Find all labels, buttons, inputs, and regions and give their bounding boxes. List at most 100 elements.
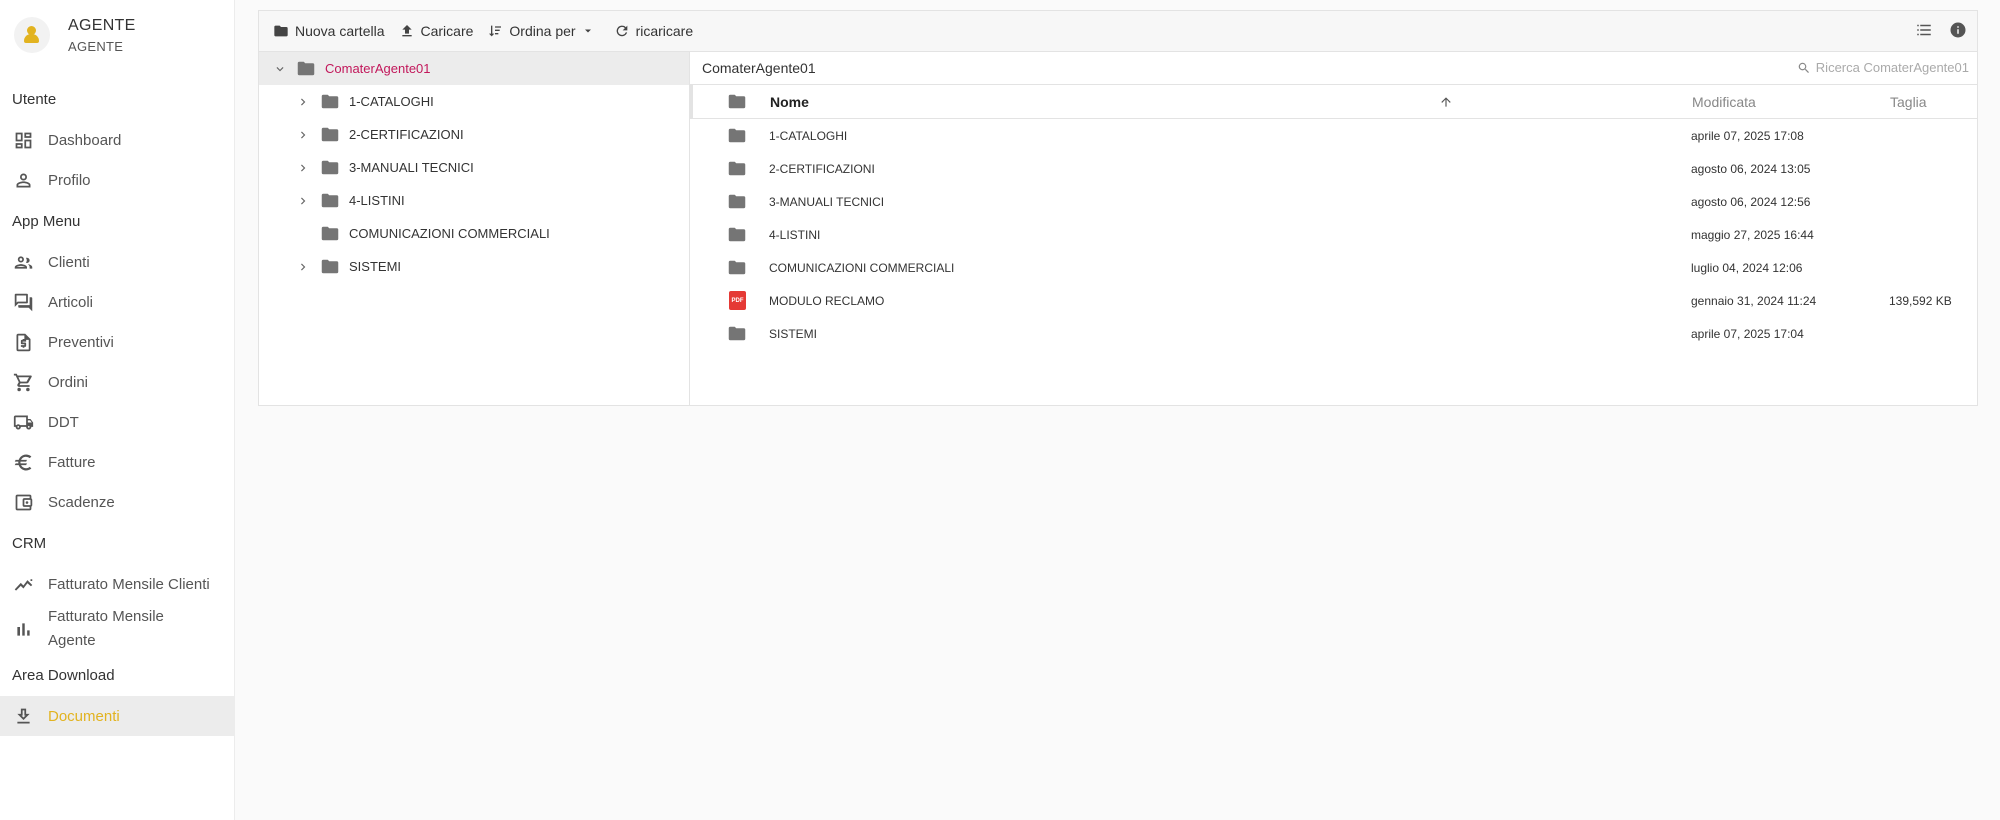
sidebar-item-label: Fatture xyxy=(48,453,96,471)
file-modified: agosto 06, 2024 12:56 xyxy=(1691,195,1811,209)
chevron-right-icon[interactable] xyxy=(296,260,310,274)
table-row[interactable]: PDF MODULO RECLAMO gennaio 31, 2024 11:2… xyxy=(690,284,1977,317)
file-name: MODULO RECLAMO xyxy=(769,294,885,308)
chevron-down-icon[interactable] xyxy=(273,62,287,76)
reload-button[interactable]: ricaricare xyxy=(614,23,694,39)
person-icon xyxy=(16,173,31,187)
sort-by-button[interactable]: Ordina per xyxy=(487,23,599,39)
tree-item-3-manuali-tecnici[interactable]: 3-MANUALI TECNICI xyxy=(259,151,689,184)
sidebar-item-label: Fatturato Mensile Clienti xyxy=(48,575,210,593)
file-modified: luglio 04, 2024 12:06 xyxy=(1691,261,1803,275)
grid-header: Nome Modificata Taglia xyxy=(690,85,1977,119)
euro-icon xyxy=(14,454,32,470)
tree-item-2-certificazioni[interactable]: 2-CERTIFICAZIONI xyxy=(259,118,689,151)
sidebar-item-label: Profilo xyxy=(48,171,91,189)
caret-down-icon xyxy=(584,29,591,33)
sidebar-item-dashboard[interactable]: Dashboard xyxy=(0,120,234,160)
cart-icon xyxy=(13,373,32,391)
table-row[interactable]: 4-LISTINI maggio 27, 2025 16:44 xyxy=(690,218,1977,251)
trend-icon xyxy=(14,578,33,591)
folder-icon xyxy=(297,61,315,76)
sidebar-item-scadenze[interactable]: Scadenze xyxy=(0,482,234,522)
sidebar-item-label: DDT xyxy=(48,413,79,431)
new-folder-button[interactable]: Nuova cartella xyxy=(273,23,385,39)
tree-item-label: COMUNICAZIONI COMMERCIALI xyxy=(349,226,550,241)
table-row[interactable]: 2-CERTIFICAZIONI agosto 06, 2024 13:05 xyxy=(690,152,1977,185)
sidebar-item-fatturato-agente[interactable]: Fatturato Mensile Agente xyxy=(0,604,234,654)
tree-item-label: SISTEMI xyxy=(349,259,402,274)
breadcrumb[interactable]: ComaterAgente01 xyxy=(702,60,816,76)
chevron-right-icon[interactable] xyxy=(296,128,310,142)
file-name: 2-CERTIFICAZIONI xyxy=(769,162,875,176)
user-role: AGENTE xyxy=(68,38,124,54)
sidebar-item-fatturato-clienti[interactable]: Fatturato Mensile Clienti xyxy=(0,564,234,604)
sidebar-item-documenti[interactable]: Documenti xyxy=(0,696,234,736)
folder-icon xyxy=(274,25,288,37)
folder-icon xyxy=(728,194,746,209)
reload-label: ricaricare xyxy=(635,23,694,39)
table-row[interactable]: COMUNICAZIONI COMMERCIALI luglio 04, 202… xyxy=(690,251,1977,284)
sidebar-item-label: Dashboard xyxy=(48,131,122,149)
table-row[interactable]: SISTEMI aprile 07, 2025 17:04 xyxy=(690,317,1977,350)
sidebar-item-ddt[interactable]: DDT xyxy=(0,402,234,442)
toolbar: Nuova cartella Caricare Ordina per ricar… xyxy=(259,11,1977,52)
column-header-modified[interactable]: Modificata xyxy=(1692,94,1756,110)
sidebar-item-profilo[interactable]: Profilo xyxy=(0,160,234,200)
refresh-icon xyxy=(616,25,627,37)
sidebar-item-label: Documenti xyxy=(48,707,120,725)
tree-item-1-cataloghi[interactable]: 1-CATALOGHI xyxy=(259,85,689,118)
tree-item-4-listini[interactable]: 4-LISTINI xyxy=(259,184,689,217)
section-app-menu: App Menu xyxy=(12,212,81,230)
table-row[interactable]: 3-MANUALI TECNICI agosto 06, 2024 12:56 xyxy=(690,185,1977,218)
sort-icon xyxy=(489,25,502,37)
chevron-right-icon[interactable] xyxy=(296,194,310,208)
tree-item-sistemi[interactable]: SISTEMI xyxy=(259,250,689,283)
pdf-file-icon: PDF xyxy=(729,291,746,310)
sidebar-item-articoli[interactable]: Articoli xyxy=(0,282,234,322)
list-view-icon[interactable] xyxy=(1915,21,1933,39)
file-modified: agosto 06, 2024 13:05 xyxy=(1691,162,1811,176)
file-manager: Nuova cartella Caricare Ordina per ricar… xyxy=(258,10,1978,406)
sidebar-item-label: Clienti xyxy=(48,253,90,271)
file-size: 139,592 KB xyxy=(1889,294,1952,308)
sidebar-item-fatture[interactable]: Fatture xyxy=(0,442,234,482)
search-icon xyxy=(1798,62,1809,73)
file-name: 4-LISTINI xyxy=(769,228,821,242)
sidebar-item-preventivi[interactable]: Preventivi xyxy=(0,322,234,362)
user-panel: AGENTE AGENTE xyxy=(0,0,234,70)
upload-label: Caricare xyxy=(420,23,474,39)
arrow-up-icon[interactable] xyxy=(1439,95,1453,109)
file-name: 1-CATALOGHI xyxy=(769,129,848,143)
info-icon[interactable] xyxy=(1949,21,1967,39)
tree-item-comunicazioni-commerciali[interactable]: COMUNICAZIONI COMMERCIALI xyxy=(259,217,689,250)
sidebar-item-ordini[interactable]: Ordini xyxy=(0,362,234,402)
search-box[interactable]: Ricerca ComaterAgente01 xyxy=(1797,60,1969,75)
column-header-name[interactable]: Nome xyxy=(770,94,809,110)
dashboard-icon xyxy=(15,132,32,148)
tree-item-root[interactable]: ComaterAgente01 xyxy=(259,52,689,85)
file-name: COMUNICAZIONI COMMERCIALI xyxy=(769,261,955,275)
section-area-download: Area Download xyxy=(12,666,115,684)
avatar xyxy=(14,17,50,53)
folder-icon xyxy=(321,160,339,175)
upload-button[interactable]: Caricare xyxy=(399,23,474,39)
bar-chart-icon xyxy=(17,622,30,636)
tree-item-label: 2-CERTIFICAZIONI xyxy=(349,127,464,142)
sort-by-label: Ordina per xyxy=(509,23,576,39)
wallet-icon xyxy=(15,494,33,510)
sidebar-item-label: Preventivi xyxy=(48,333,114,351)
sidebar-item-label: Ordini xyxy=(48,373,89,391)
upload-icon xyxy=(401,25,412,37)
sidebar: AGENTE AGENTE Utente Dashboard Profilo A… xyxy=(0,0,235,820)
sidebar-item-label: Scadenze xyxy=(48,493,115,511)
table-row[interactable]: 1-CATALOGHI aprile 07, 2025 17:08 xyxy=(690,119,1977,152)
chevron-right-icon[interactable] xyxy=(296,161,310,175)
search-placeholder: Ricerca ComaterAgente01 xyxy=(1815,60,1969,75)
section-utente: Utente xyxy=(12,90,57,108)
sidebar-item-clienti[interactable]: Clienti xyxy=(0,242,234,282)
chevron-right-icon[interactable] xyxy=(296,95,310,109)
tree-item-label: ComaterAgente01 xyxy=(325,61,431,76)
column-header-size[interactable]: Taglia xyxy=(1890,94,1927,110)
file-name: 3-MANUALI TECNICI xyxy=(769,195,885,209)
file-name: SISTEMI xyxy=(769,327,818,341)
